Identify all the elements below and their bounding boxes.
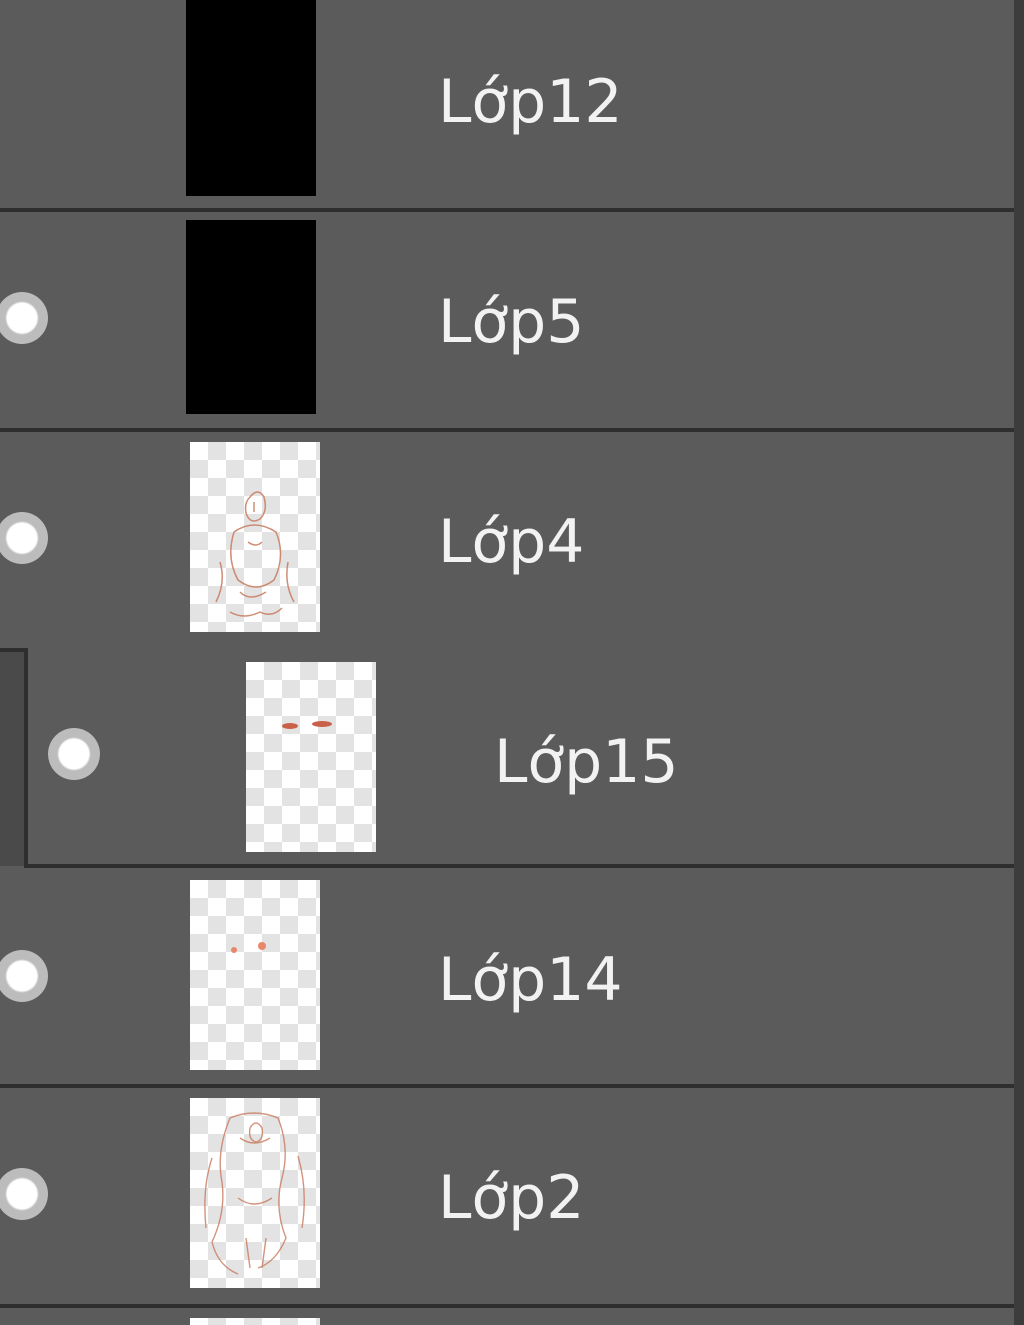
eye-dot-icon[interactable] [0,950,48,1002]
eye-dot-icon[interactable] [0,1168,48,1220]
layer-name: Lớp15 [494,727,679,797]
sketch-graphic [215,491,295,617]
layer-name: Lớp14 [438,945,623,1015]
layer-name: Lớp4 [438,507,585,577]
layer-thumbnail [190,1318,320,1325]
layers-panel: Lớp12 Lớp5 Lớp4 Lớp15 Lớp14 Lớp2 [0,0,1024,1325]
layer-row-lop4[interactable]: Lớp4 [0,432,1014,652]
eye-dot-icon[interactable] [0,512,48,564]
layer-row-lop12[interactable]: Lớp12 [0,0,1014,212]
scrollbar-track[interactable] [1014,0,1024,1325]
layer-thumbnail [186,0,316,196]
layer-thumbnail [246,662,376,852]
layer-row-lop2[interactable]: Lớp2 [0,1088,1014,1308]
layer-row-lop5[interactable]: Lớp5 [0,212,1014,432]
layer-thumbnail [190,442,320,632]
eye-dot-icon[interactable] [0,292,48,344]
layer-name: Lớp2 [438,1163,585,1233]
mark-graphic [231,942,266,953]
layer-name: Lớp12 [438,67,623,137]
layer-thumbnail [190,880,320,1070]
layer-name: Lớp5 [438,287,585,357]
clipping-indicator [0,652,24,866]
layer-row-partial[interactable] [0,1308,1014,1325]
layer-thumbnail [190,1098,320,1288]
layer-row-lop14[interactable]: Lớp14 [0,868,1014,1088]
mark-graphic [282,721,332,729]
layer-row-lop15[interactable]: Lớp15 [24,648,1014,868]
eye-dot-icon[interactable] [48,728,100,780]
layer-thumbnail [186,220,316,414]
sketch-graphic [204,1112,305,1275]
